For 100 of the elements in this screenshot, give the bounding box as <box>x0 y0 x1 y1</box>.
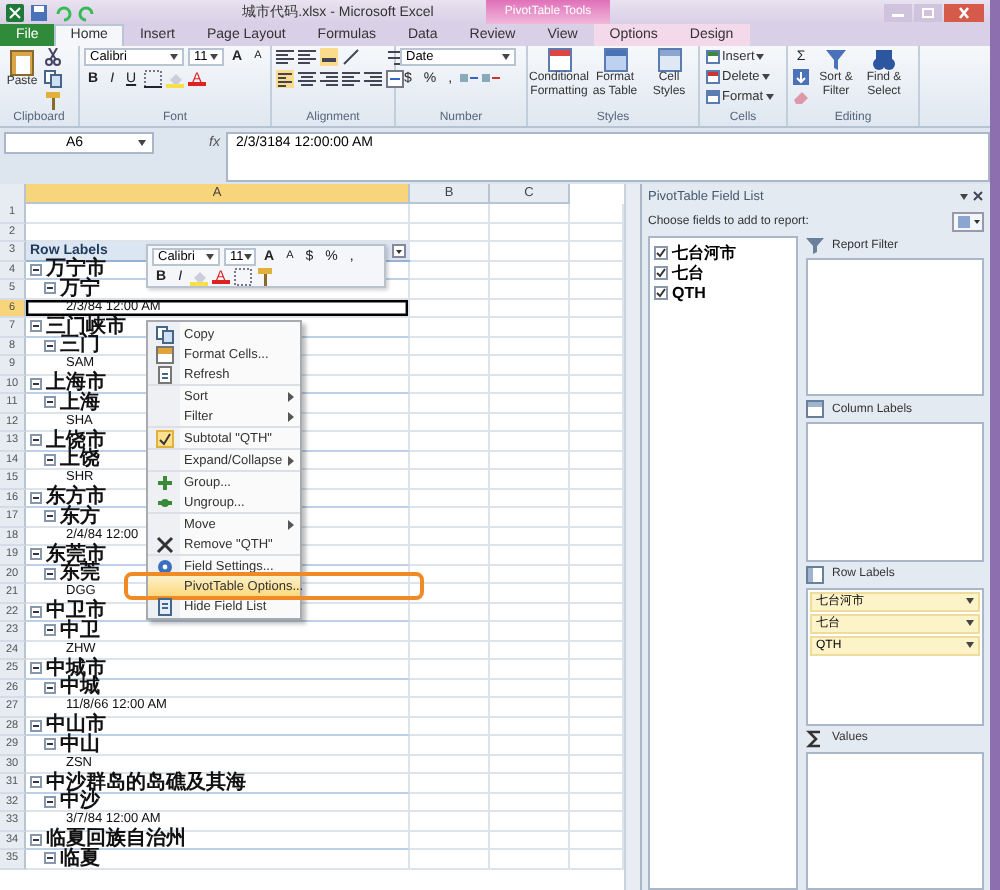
collapse-icon[interactable] <box>44 453 56 466</box>
grid-cell <box>410 679 490 698</box>
close-icon[interactable] <box>944 3 984 21</box>
collapse-icon[interactable] <box>30 662 42 675</box>
fill-color-icon[interactable] <box>166 70 185 88</box>
row-label: 上饶 <box>60 450 100 469</box>
pivot-row-cell[interactable]: 中城市 <box>26 660 410 679</box>
collapse-icon[interactable] <box>44 282 56 295</box>
decrease-decimal-icon[interactable] <box>482 70 501 88</box>
grid-cell <box>410 717 490 736</box>
save-icon[interactable] <box>30 3 48 21</box>
align-left-icon[interactable] <box>276 70 294 88</box>
brush-icon[interactable] <box>44 92 62 110</box>
ungroup-icon <box>155 493 173 511</box>
close-icon[interactable] <box>972 190 984 202</box>
pivot-row-cell[interactable]: 中沙群岛的岛礁及其海 <box>26 774 410 793</box>
vertical-scrollbar[interactable] <box>624 184 640 890</box>
refresh-icon <box>155 365 173 383</box>
dropdown-icon[interactable] <box>392 243 406 258</box>
grid-cell <box>410 831 490 850</box>
grid-cell <box>490 736 570 755</box>
caret-icon <box>966 598 974 604</box>
collapse-icon[interactable] <box>44 567 56 580</box>
checked-checkbox-icon[interactable] <box>654 265 668 279</box>
row-label: 万宁市 <box>46 260 106 279</box>
grid-cell <box>410 470 490 489</box>
grid-cell <box>490 717 570 736</box>
caret-icon <box>210 54 218 60</box>
outdent-icon[interactable] <box>364 70 382 88</box>
collapse-icon[interactable] <box>44 510 56 523</box>
table-icon <box>547 48 571 72</box>
grid-cell <box>410 812 490 831</box>
grid-cell <box>490 508 570 527</box>
collapse-icon[interactable] <box>30 491 42 504</box>
collapse-icon[interactable] <box>44 624 56 637</box>
collapse-icon[interactable] <box>44 396 56 409</box>
collapse-icon[interactable] <box>30 833 42 846</box>
grid-cell <box>410 299 490 318</box>
collapse-icon[interactable] <box>44 738 56 751</box>
brush-icon[interactable] <box>255 268 274 286</box>
collapse-icon[interactable] <box>30 548 42 561</box>
checked-checkbox-icon[interactable] <box>654 245 668 259</box>
grid-cell <box>490 375 570 394</box>
collapse-icon[interactable] <box>30 263 42 276</box>
border-icon[interactable] <box>144 70 163 88</box>
grid-cell <box>490 413 570 432</box>
pivot-row-cell[interactable]: 临夏回族自治州 <box>26 831 410 850</box>
fill-icon[interactable] <box>792 68 810 86</box>
row-label: 东莞市 <box>46 545 106 564</box>
grid-cell <box>490 793 570 812</box>
pivot-row-cell[interactable]: 中城 <box>26 679 410 698</box>
remove-icon <box>155 535 173 553</box>
wrap-text-icon[interactable] <box>386 48 404 66</box>
grid-cell <box>490 261 570 280</box>
align-center-icon[interactable] <box>298 70 316 88</box>
indent-icon[interactable] <box>342 70 360 88</box>
merge-icon[interactable] <box>386 70 404 88</box>
grid-cell <box>410 622 490 641</box>
row-label: 东方市 <box>46 488 106 507</box>
pivot-row-cell[interactable]: 临夏 <box>26 850 410 869</box>
layout-icon[interactable] <box>952 212 984 232</box>
row-label: 上饶市 <box>46 431 106 450</box>
collapse-icon[interactable] <box>30 776 42 789</box>
align-bottom-icon[interactable] <box>320 48 338 66</box>
grid-cell <box>410 755 490 774</box>
checked-checkbox-icon[interactable] <box>654 285 668 299</box>
collapse-icon[interactable] <box>30 719 42 732</box>
grid-cell <box>410 736 490 755</box>
collapse-icon[interactable] <box>44 852 56 865</box>
pivot-row-cell[interactable]: 中山市 <box>26 717 410 736</box>
rows-icon <box>806 565 824 583</box>
collapse-icon[interactable] <box>44 795 56 808</box>
field-settings-icon <box>155 557 173 575</box>
grid-cell <box>490 451 570 470</box>
grid-cell <box>410 451 490 470</box>
cut-icon[interactable] <box>44 48 62 66</box>
row-label: 中卫 <box>60 621 100 640</box>
copy-icon[interactable] <box>44 70 62 88</box>
grid-cell <box>490 546 570 565</box>
collapse-icon[interactable] <box>30 320 42 333</box>
collapse-icon[interactable] <box>30 605 42 618</box>
increase-decimal-icon[interactable] <box>460 70 479 88</box>
grid-cell <box>490 489 570 508</box>
grid-cell <box>410 641 490 660</box>
collapse-icon[interactable] <box>30 434 42 447</box>
collapse-icon[interactable] <box>44 339 56 352</box>
pivot-row-cell[interactable]: 中山 <box>26 736 410 755</box>
collapse-icon[interactable] <box>30 377 42 390</box>
align-right-icon[interactable] <box>320 70 338 88</box>
binoculars-icon <box>872 48 896 72</box>
excel-logo-icon <box>6 3 24 21</box>
pivot-row-cell[interactable]: 中卫 <box>26 622 410 641</box>
fill-color-icon[interactable] <box>190 268 209 286</box>
align-middle-icon[interactable] <box>298 48 316 66</box>
caret-icon <box>756 54 765 60</box>
pivot-row-cell[interactable]: 中沙 <box>26 793 410 812</box>
grid-cell <box>410 546 490 565</box>
collapse-icon[interactable] <box>44 681 56 694</box>
orientation-icon[interactable] <box>342 48 360 66</box>
align-top-icon[interactable] <box>276 48 294 66</box>
